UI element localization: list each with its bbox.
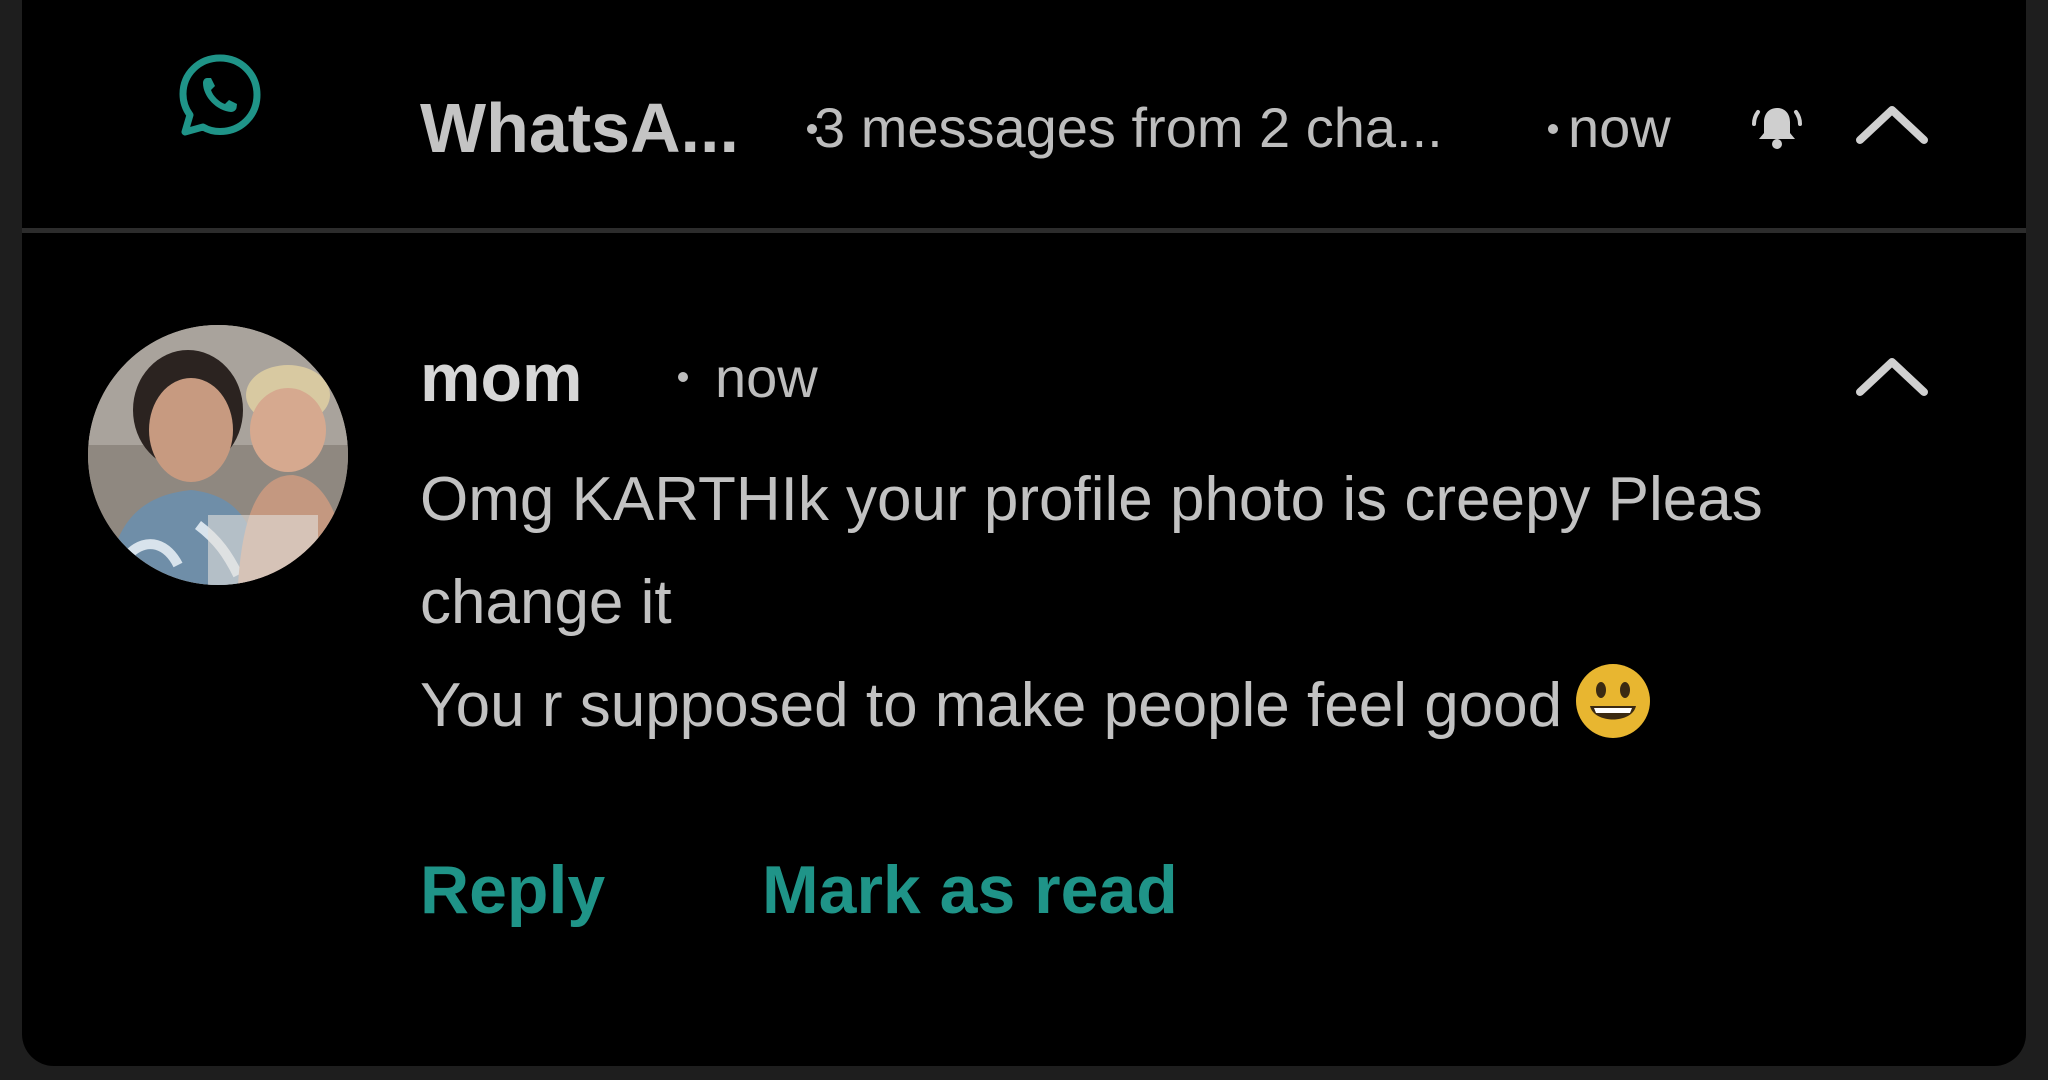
app-name: WhatsA... [420,89,739,167]
header-divider [22,228,2026,233]
notification-header[interactable]: WhatsA... 3 messages from 2 cha... now [22,0,2026,232]
chevron-up-icon[interactable] [1852,98,1932,148]
whatsapp-notification-card[interactable]: WhatsA... 3 messages from 2 cha... now m… [22,0,2026,1066]
avatar [88,325,348,585]
chevron-up-icon[interactable] [1852,350,1932,400]
mark-as-read-button[interactable]: Mark as read [762,850,1178,930]
message-line: change it [420,568,672,637]
whatsapp-icon [179,54,261,136]
bell-alert-icon [1752,108,1802,149]
grinning-face-emoji [1576,664,1651,738]
message-line-text: You r supposed to make people feel good [420,671,1563,740]
notification-summary: 3 messages from 2 cha... [814,96,1443,159]
separator-dot [1548,124,1558,134]
sender-name: mom [420,340,583,416]
notification-screen: WhatsA... 3 messages from 2 cha... now m… [0,0,2048,1080]
separator-dot [678,372,688,382]
message-line: You r supposed to make people feel good [420,654,1950,757]
notification-time: now [1568,96,1671,159]
message-body: Omg KARTHIk your profile photo is creepy… [420,448,1950,757]
reply-button[interactable]: Reply [420,850,605,930]
message-time: now [715,346,818,409]
message-line: Omg KARTHIk your profile photo is creepy… [420,465,1763,534]
contact-photo [88,325,348,585]
